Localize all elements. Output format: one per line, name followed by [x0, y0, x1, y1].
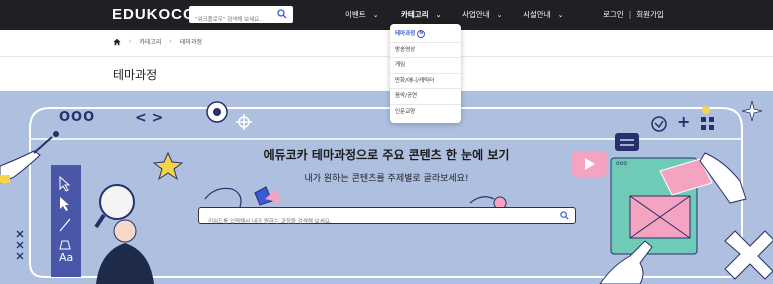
- nav-events-label: 이벤트: [345, 10, 366, 19]
- nav-category-label: 카테고리: [401, 10, 429, 19]
- hero-banner: OOO < > + Aa ooo 에듀코카 테마과정으로 주요 콘텐츠 한 눈에…: [0, 91, 773, 284]
- top-navbar: EDUKOCCA 이벤트⌄ 카테고리⌄ 사업안내⌄ 시설안내⌄ 로그인|회원가입: [0, 0, 773, 30]
- category-dropdown: 테마과정 N 방송영상 게임 만화/애니/캐릭터 음악/공연 인문교양: [390, 24, 461, 123]
- hero-search-input[interactable]: [199, 214, 549, 230]
- nav-events[interactable]: 이벤트 ⌄: [345, 9, 379, 20]
- plus-icon: +: [677, 112, 691, 131]
- breadcrumb-current: 테마과정: [179, 39, 202, 46]
- nav-arrows-icon: < >: [135, 110, 164, 126]
- new-badge: N: [417, 29, 426, 38]
- page-title: 테마과정: [113, 68, 158, 82]
- chevron-right-icon: ›: [129, 38, 132, 45]
- nav-business-label: 사업안내: [462, 10, 490, 19]
- dropdown-item-label: 테마과정: [395, 31, 416, 37]
- signup-link[interactable]: 회원가입: [636, 10, 664, 19]
- search-icon[interactable]: [277, 9, 287, 19]
- search-icon[interactable]: [560, 211, 569, 220]
- nav-facility-info[interactable]: 시설안내 ⌄: [523, 9, 563, 20]
- gear-icon: [206, 101, 228, 123]
- home-icon[interactable]: [113, 38, 121, 46]
- dropdown-item-humanities[interactable]: 인문교양: [390, 105, 461, 121]
- hero-illustration: [0, 100, 773, 284]
- divider: [0, 56, 773, 57]
- font-aa-icon: Aa: [59, 251, 74, 264]
- chevron-right-icon: ›: [169, 38, 172, 45]
- dropdown-item-broadcast[interactable]: 방송영상: [390, 43, 461, 58]
- chevron-down-icon: ⌄: [557, 11, 564, 19]
- hero-title: 에듀코카 테마과정으로 주요 콘텐츠 한 눈에 보기: [263, 148, 510, 162]
- dropdown-item-theme[interactable]: 테마과정 N: [390, 27, 461, 43]
- header-search-input[interactable]: [189, 11, 275, 29]
- chevron-down-icon: ⌄: [496, 11, 503, 19]
- nav-facility-label: 시설안내: [523, 10, 551, 19]
- breadcrumb: › 카테고리 › 테마과정: [113, 37, 202, 46]
- nav-category[interactable]: 카테고리 ⌄: [401, 9, 441, 20]
- breadcrumb-category[interactable]: 카테고리: [139, 37, 161, 46]
- dropdown-item-music[interactable]: 음악/공연: [390, 89, 461, 105]
- auth-separator: |: [628, 10, 632, 19]
- hero-search-box[interactable]: [198, 207, 576, 230]
- auth-links: 로그인 | 회원가입: [603, 9, 664, 20]
- dropdown-item-game[interactable]: 게임: [390, 58, 461, 74]
- dropdown-item-comics[interactable]: 만화/애니/캐릭터: [390, 74, 461, 89]
- chevron-down-icon: ⌄: [372, 11, 379, 19]
- hero-subtitle: 내가 원하는 콘텐츠를 주제별로 골라보세요!: [304, 174, 469, 184]
- header-search-box[interactable]: [189, 6, 293, 29]
- nav-business-info[interactable]: 사업안내 ⌄: [462, 9, 502, 20]
- window-dots: OOO: [59, 110, 96, 125]
- login-link[interactable]: 로그인: [603, 10, 624, 19]
- chevron-down-icon: ⌄: [435, 11, 442, 19]
